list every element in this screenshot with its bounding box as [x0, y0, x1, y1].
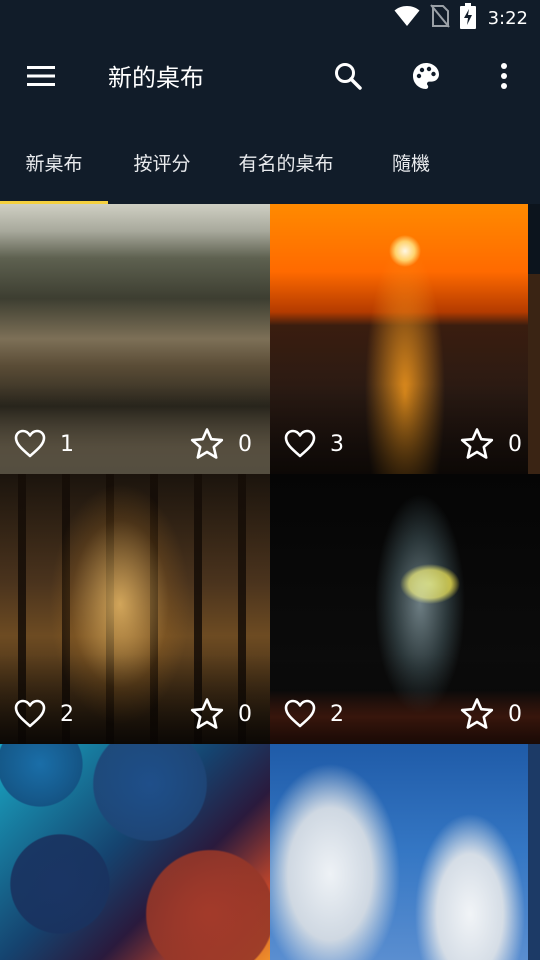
like-count: 2: [60, 701, 74, 727]
scroll-edge: [528, 744, 540, 960]
menu-button[interactable]: [22, 60, 62, 96]
hamburger-menu-icon: [27, 65, 57, 91]
tab-random[interactable]: 隨機: [356, 120, 466, 204]
palette-icon: [411, 61, 441, 95]
heart-icon[interactable]: [284, 699, 316, 729]
search-icon: [333, 61, 363, 95]
like-count: 2: [330, 701, 344, 727]
favorite-count: 0: [238, 431, 252, 457]
like-stat: 1: [14, 426, 74, 462]
tab-label: 隨機: [391, 152, 430, 175]
tab-famous-wallpapers[interactable]: 有名的桌布: [216, 120, 356, 204]
wallpaper-image: [0, 744, 270, 960]
status-icons: 3:22: [394, 3, 528, 33]
wallpaper-grid: 1 0 3 0 2 0 2 0: [0, 204, 540, 960]
wifi-icon: [394, 5, 420, 31]
star-icon[interactable]: [190, 697, 224, 731]
wallpaper-tile[interactable]: 2 0: [0, 474, 270, 744]
like-stat: 3: [284, 426, 344, 462]
battery-charging-icon: [459, 3, 476, 33]
heart-icon[interactable]: [14, 699, 46, 729]
star-icon[interactable]: [190, 427, 224, 461]
like-stat: 2: [14, 696, 74, 732]
heart-icon[interactable]: [14, 429, 46, 459]
favorite-count: 0: [508, 431, 522, 457]
favorite-count: 0: [238, 701, 252, 727]
page-title: 新的桌布: [108, 64, 204, 92]
no-sim-icon: [429, 4, 450, 32]
clock: 3:22: [487, 7, 528, 29]
favorite-stat: 0: [460, 696, 522, 732]
tab-new-wallpapers[interactable]: 新桌布: [0, 120, 108, 204]
more-vert-icon: [500, 62, 508, 94]
wallpaper-tile[interactable]: [270, 744, 528, 960]
more-options-button[interactable]: [484, 58, 524, 98]
tab-bar: 新桌布 按评分 有名的桌布 隨機: [0, 120, 540, 204]
tab-label: 新桌布: [25, 152, 83, 175]
app-bar: 新的桌布: [0, 36, 540, 120]
favorite-count: 0: [508, 701, 522, 727]
like-count: 1: [60, 431, 74, 457]
tab-by-rating[interactable]: 按评分: [108, 120, 216, 204]
wallpaper-image: [270, 744, 528, 960]
star-icon[interactable]: [460, 697, 494, 731]
status-bar: 3:22: [0, 0, 540, 36]
wallpaper-tile[interactable]: [0, 744, 270, 960]
theme-button[interactable]: [406, 58, 446, 98]
heart-icon[interactable]: [284, 429, 316, 459]
star-icon[interactable]: [460, 427, 494, 461]
scroll-edge: [528, 274, 540, 474]
tab-label: 有名的桌布: [238, 152, 334, 175]
like-count: 3: [330, 431, 344, 457]
tab-label: 按评分: [133, 152, 191, 175]
wallpaper-tile[interactable]: 1 0: [0, 204, 270, 474]
favorite-stat: 0: [460, 426, 522, 462]
search-button[interactable]: [328, 58, 368, 98]
wallpaper-tile[interactable]: 2 0: [270, 474, 540, 744]
favorite-stat: 0: [190, 696, 252, 732]
wallpaper-tile[interactable]: 3 0: [270, 204, 528, 474]
like-stat: 2: [284, 696, 344, 732]
favorite-stat: 0: [190, 426, 252, 462]
